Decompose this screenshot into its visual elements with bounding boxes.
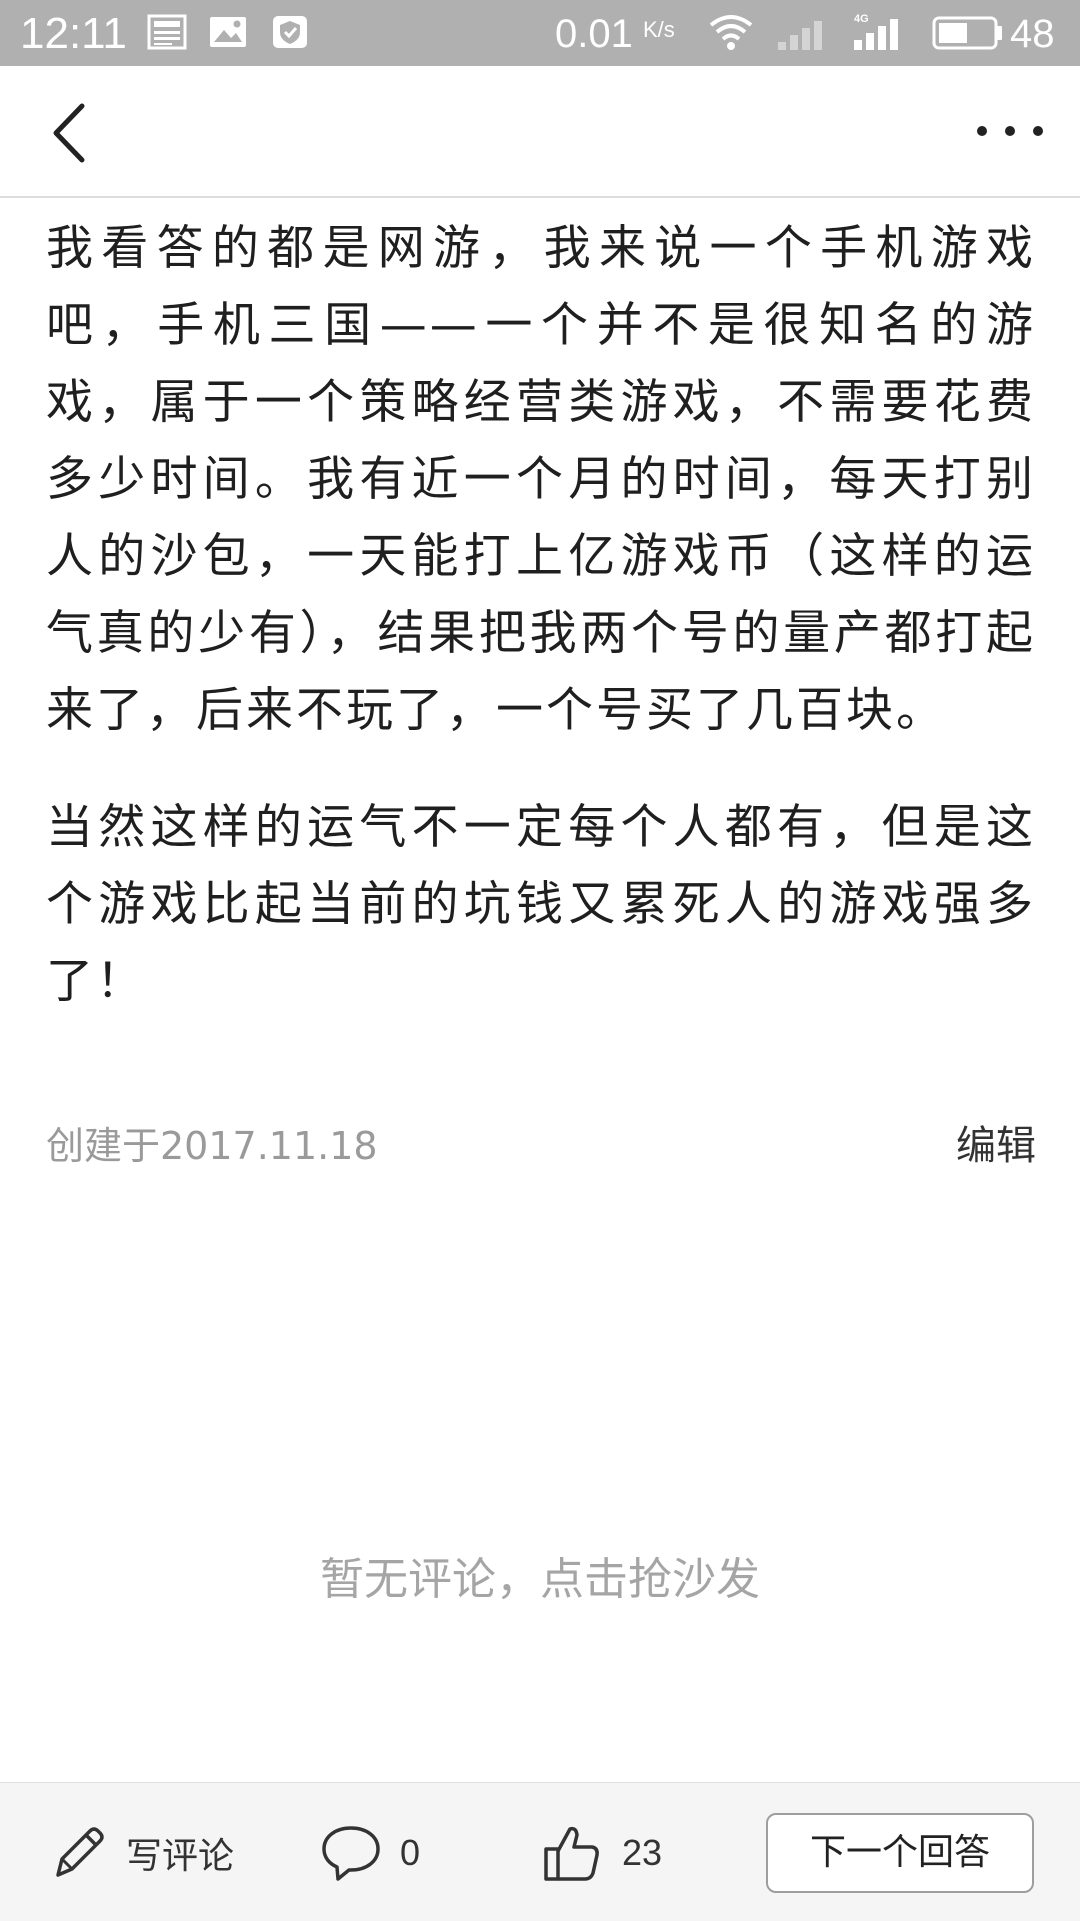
- svg-text:4G: 4G: [854, 13, 869, 25]
- back-button[interactable]: [28, 88, 118, 178]
- nav-bar: [0, 66, 1080, 198]
- pencil-icon: [56, 1827, 104, 1877]
- comment-bubble-icon: [322, 1826, 380, 1881]
- answer-paragraph: 当然这样的运气不一定每个人都有，但是这个游戏比起当前的坑钱又累死人的游戏强多了！: [46, 800, 1036, 1009]
- more-horizontal-icon: [977, 126, 1043, 136]
- wifi-icon: [708, 12, 754, 56]
- signal-4g-icon: 4G: [850, 12, 910, 56]
- status-bar: 12:11 0.01 K/s 4G 48: [0, 0, 1080, 66]
- edit-button[interactable]: 编辑: [956, 1118, 1036, 1174]
- shield-icon: [270, 14, 310, 50]
- answer-meta: 创建于2017.11.18 编辑: [46, 1118, 1036, 1174]
- more-button[interactable]: [970, 106, 1050, 156]
- status-time: 12:11: [20, 9, 127, 58]
- news-icon: [147, 14, 187, 50]
- answer-paragraph: 我看答的都是网游，我来说一个手机游戏吧，手机三国——一个并不是很知名的游戏，属于…: [46, 221, 1036, 738]
- signal-sim1-icon: [776, 14, 832, 56]
- chevron-left-icon: [53, 103, 85, 163]
- gallery-icon: [208, 14, 248, 50]
- next-answer-button[interactable]: 下一个回答: [766, 1813, 1034, 1893]
- comment-count-button[interactable]: 0: [320, 1813, 420, 1893]
- like-button[interactable]: 23: [540, 1813, 662, 1893]
- created-date: 创建于2017.11.18: [46, 1124, 378, 1168]
- thumbs-up-icon: [544, 1826, 599, 1881]
- write-comment-label: 写评论: [126, 1836, 235, 1877]
- network-speed: 0.01: [555, 12, 633, 56]
- comment-count: 0: [400, 1832, 421, 1873]
- bottom-toolbar: 写评论 0 23 下一个回答: [0, 1782, 1080, 1921]
- write-comment-button[interactable]: 写评论: [48, 1813, 234, 1893]
- network-speed-unit: K/s: [643, 17, 675, 42]
- battery-icon: [932, 16, 1004, 54]
- answer-body: 我看答的都是网游，我来说一个手机游戏吧，手机三国——一个并不是很知名的游戏，属于…: [46, 210, 1036, 1060]
- no-comments-prompt[interactable]: 暂无评论，点击抢沙发: [0, 1550, 1080, 1610]
- battery-level: 48: [1010, 12, 1055, 56]
- like-count: 23: [622, 1832, 663, 1873]
